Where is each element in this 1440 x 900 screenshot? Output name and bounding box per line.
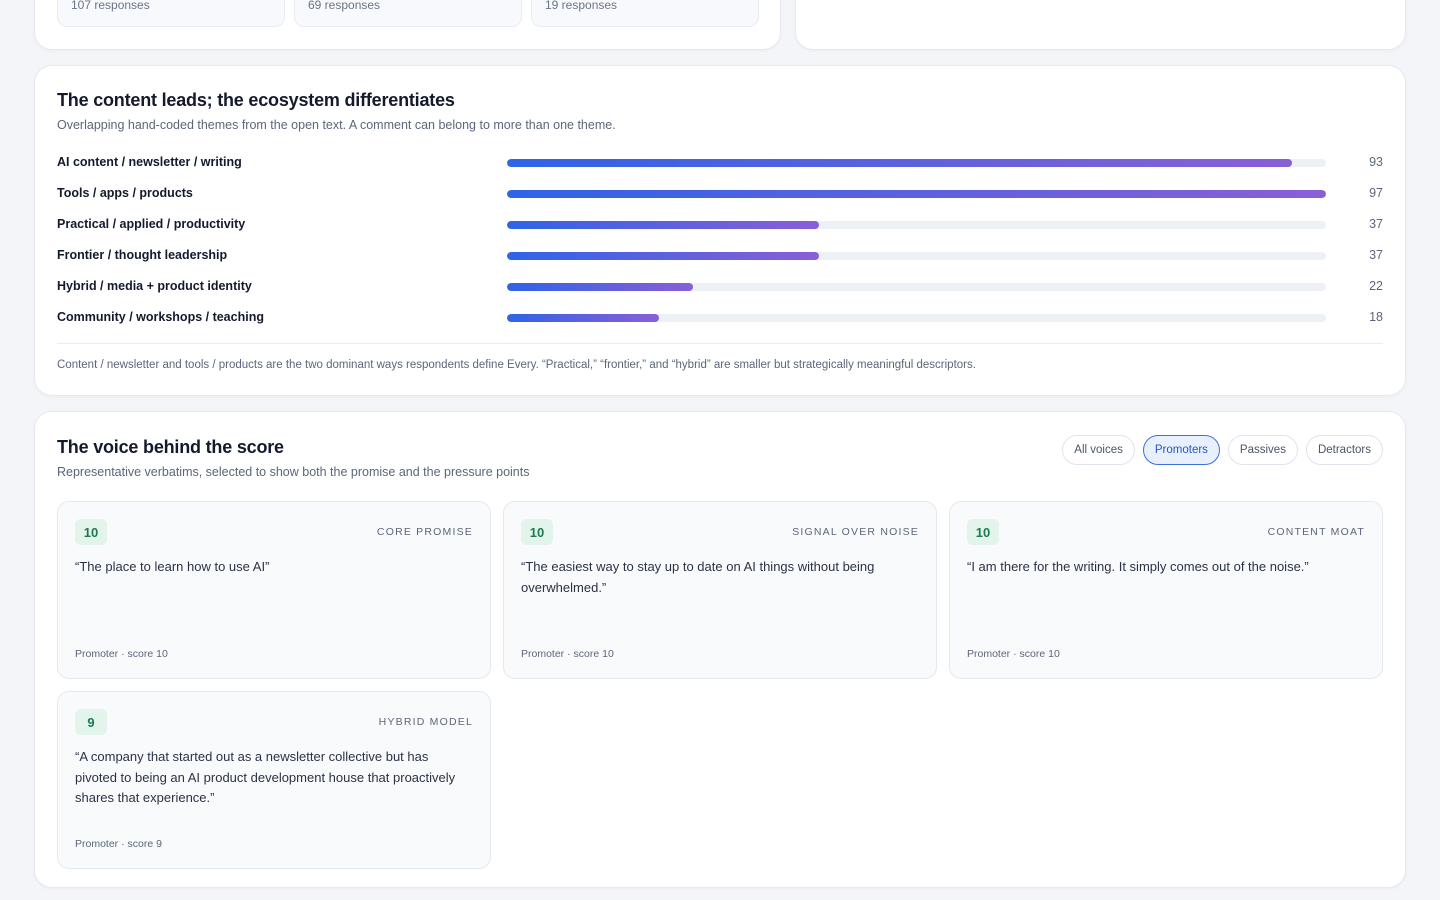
filter-passives[interactable]: Passives <box>1227 435 1298 465</box>
score-badge: 10 <box>75 519 107 545</box>
themes-footnote: Content / newsletter and tools / product… <box>57 359 976 371</box>
theme-bar-fill <box>507 252 820 260</box>
response-count: 107 responses <box>71 0 150 12</box>
divider <box>57 343 1383 344</box>
themes-card: The content leads; the ecosystem differe… <box>34 65 1406 396</box>
response-tile: 19 responses <box>531 0 759 27</box>
theme-row: Practical / applied / productivity 37 <box>57 215 1383 235</box>
theme-label: Practical / applied / productivity <box>57 217 246 231</box>
score-badge: 9 <box>75 709 107 735</box>
theme-value: 93 <box>1369 155 1383 169</box>
theme-value: 18 <box>1369 310 1383 324</box>
filter-all-voices[interactable]: All voices <box>1062 435 1135 465</box>
theme-bar-track <box>507 252 1326 260</box>
theme-row: AI content / newsletter / writing 93 <box>57 153 1383 173</box>
theme-row: Tools / apps / products 97 <box>57 184 1383 204</box>
theme-bar-fill <box>507 190 1326 198</box>
quote-card: 9 HYBRID MODEL “A company that started o… <box>57 691 491 869</box>
quote-tag: CORE PROMISE <box>376 526 473 538</box>
score-badge: 10 <box>521 519 553 545</box>
theme-bar-track <box>507 314 1326 322</box>
voice-title: The voice behind the score <box>57 437 284 457</box>
theme-bar-track <box>507 283 1326 291</box>
quote-meta: Promoter · score 10 <box>75 648 168 660</box>
theme-label: Hybrid / media + product identity <box>57 279 252 293</box>
theme-value: 22 <box>1369 279 1383 293</box>
quote-meta: Promoter · score 10 <box>967 648 1060 660</box>
theme-value: 37 <box>1369 248 1383 262</box>
response-summary-card: 107 responses 69 responses 19 responses <box>34 0 781 50</box>
quote-text: “I am there for the writing. It simply c… <box>967 559 1309 574</box>
theme-row: Frontier / thought leadership 37 <box>57 246 1383 266</box>
quote-tag: SIGNAL OVER NOISE <box>792 526 919 538</box>
theme-value: 37 <box>1369 217 1383 231</box>
summary-side-card <box>795 0 1406 50</box>
voice-filter-group: All voices Promoters Passives Detractors <box>1062 435 1383 465</box>
theme-label: Tools / apps / products <box>57 186 193 200</box>
theme-row: Hybrid / media + product identity 22 <box>57 277 1383 297</box>
voice-subtitle: Representative verbatims, selected to sh… <box>57 465 530 479</box>
theme-value: 97 <box>1369 186 1383 200</box>
themes-subtitle: Overlapping hand-coded themes from the o… <box>57 118 616 132</box>
voice-card: The voice behind the score Representativ… <box>34 411 1406 888</box>
quote-card: 10 CORE PROMISE “The place to learn how … <box>57 501 491 679</box>
theme-bar-fill <box>507 314 660 322</box>
theme-bar-track <box>507 159 1326 167</box>
response-tile: 107 responses <box>57 0 285 27</box>
theme-bar-fill <box>507 283 693 291</box>
theme-bar-fill <box>507 221 820 229</box>
quote-tag: HYBRID MODEL <box>378 716 473 728</box>
theme-bar-track <box>507 190 1326 198</box>
quote-text: “A company that started out as a newslet… <box>75 749 456 805</box>
filter-detractors[interactable]: Detractors <box>1305 435 1383 465</box>
quote-card: 10 CONTENT MOAT “I am there for the writ… <box>949 501 1383 679</box>
theme-label: Community / workshops / teaching <box>57 310 264 324</box>
quote-text: “The easiest way to stay up to date on A… <box>521 559 875 595</box>
quote-tag: CONTENT MOAT <box>1267 526 1365 538</box>
theme-label: AI content / newsletter / writing <box>57 155 242 169</box>
response-count: 69 responses <box>308 0 381 12</box>
theme-bar-fill <box>507 159 1293 167</box>
quote-card: 10 SIGNAL OVER NOISE “The easiest way to… <box>503 501 937 679</box>
filter-promoters[interactable]: Promoters <box>1142 435 1220 465</box>
response-count: 19 responses <box>545 0 618 12</box>
theme-bar-track <box>507 221 1326 229</box>
theme-label: Frontier / thought leadership <box>57 248 228 262</box>
response-tile: 69 responses <box>294 0 522 27</box>
themes-title: The content leads; the ecosystem differe… <box>57 90 455 110</box>
quote-text: “The place to learn how to use AI” <box>75 559 270 574</box>
theme-row: Community / workshops / teaching 18 <box>57 308 1383 328</box>
quote-meta: Promoter · score 9 <box>75 838 162 850</box>
quote-meta: Promoter · score 10 <box>521 648 614 660</box>
score-badge: 10 <box>967 519 999 545</box>
